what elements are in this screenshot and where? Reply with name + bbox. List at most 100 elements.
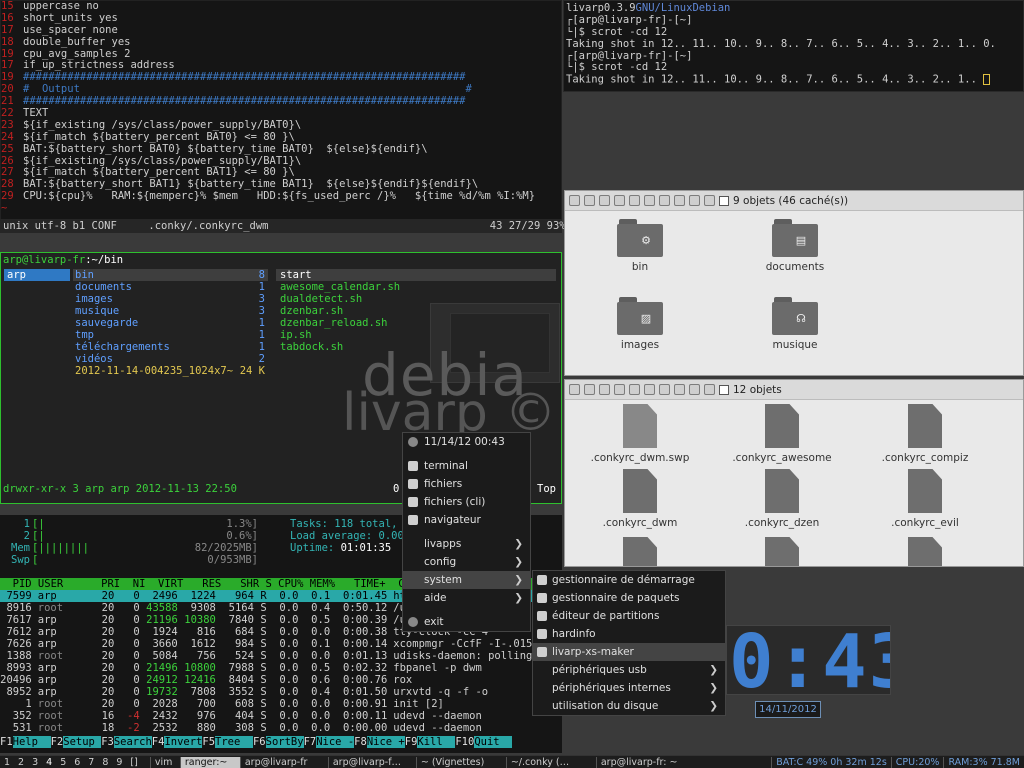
ranger-preview-entry[interactable]: awesome_calendar.sh [276, 281, 556, 293]
tag-6[interactable]: 6 [70, 757, 84, 768]
file-manager-conky[interactable]: 12 objets .conkyrc_dwm.swp .conkyrc_aweso… [564, 379, 1024, 567]
process-row[interactable]: 8952 arp 20 0 19732 7808 3552 S 0.0 0.4 0:01.50 urx… [0, 686, 562, 698]
zoom-out-icon[interactable] [659, 195, 670, 206]
ranger-entry[interactable]: téléchargements 1 [73, 341, 268, 353]
menu-item-exit[interactable]: exit [403, 613, 530, 631]
task-button[interactable]: ~ (Vignettes) [415, 756, 506, 768]
process-row[interactable]: 8993 arp 20 0 21496 10800 7988 S 0.0 0.5 0:02.32 fb… [0, 662, 562, 674]
folder-icon[interactable] [614, 384, 625, 395]
help-icon[interactable] [704, 195, 715, 206]
bookmark-icon[interactable] [599, 384, 610, 395]
menu-item-fichiers[interactable]: fichiers [403, 475, 530, 493]
refresh-icon[interactable] [629, 384, 640, 395]
tag-3[interactable]: 3 [28, 757, 42, 768]
process-row[interactable]: 1 root 20 0 2028 700 608 S 0.0 0.0 0:00.91 init [2] [0, 698, 562, 710]
process-row[interactable]: 531 root 18 -2 2532 880 308 S 0.0 0.0 0:00.00 udevd… [0, 722, 562, 734]
function-key-action[interactable]: Search [113, 736, 152, 748]
ranger-entry[interactable]: tmp 1 [73, 329, 268, 341]
help-icon[interactable] [704, 384, 715, 395]
ranger-parent-column[interactable]: arp [4, 269, 70, 281]
menu-item-config[interactable]: config ❯ [403, 553, 530, 571]
htop-function-keys[interactable]: F1Help F2Setup F3SearchF4InvertF5Tree F6… [0, 736, 562, 749]
menu-item-terminal[interactable]: terminal [403, 457, 530, 475]
ranger-preview-entry[interactable]: dzenbar_reload.sh [276, 317, 556, 329]
task-button[interactable]: ranger:~ [179, 756, 240, 768]
function-key-action[interactable]: Nice + [366, 736, 405, 748]
tag-4[interactable]: 4 [42, 757, 56, 768]
vim-editor[interactable]: 15 uppercase no 16 short_units yes 17 use_spa… [0, 0, 562, 232]
function-key-action[interactable]: SortBy [265, 736, 304, 748]
submenu-item[interactable]: utilisation du disque ❯ [533, 697, 725, 715]
tag-5[interactable]: 5 [56, 757, 70, 768]
file-item[interactable]: .conkyrc_evil [870, 469, 980, 529]
root-menu[interactable]: 11/14/12 00:43 terminal fichiers fichiers … [402, 432, 531, 632]
tag-7[interactable]: 7 [84, 757, 98, 768]
close-icon[interactable] [689, 195, 700, 206]
function-key-action[interactable]: Invert [164, 736, 203, 748]
zoom-in-icon[interactable] [644, 195, 655, 206]
submenu-item[interactable]: livarp-xs-maker [533, 643, 725, 661]
home-icon[interactable] [584, 195, 595, 206]
process-row[interactable]: 20496 arp 20 0 24912 12416 8404 S 0.0 0.6 0:00.76 r… [0, 674, 562, 686]
file-manager-home[interactable]: 9 objets (46 caché(s)) ⚙ bin ▤ documents ▨ im… [564, 190, 1024, 376]
ranger-entry[interactable]: documents 1 [73, 281, 268, 293]
settings-icon[interactable] [674, 384, 685, 395]
ranger-preview-entry[interactable]: tabdock.sh [276, 341, 556, 353]
home-icon[interactable] [584, 384, 595, 395]
process-row[interactable]: 352 root 16 -4 2432 976 404 S 0.0 0.0 0:00.11 udevd… [0, 710, 562, 722]
menu-item-aide[interactable]: aide ❯ [403, 589, 530, 607]
file-item[interactable]: .conkyrc_dwm [585, 469, 695, 529]
ranger-entry[interactable]: 2012-11-14-004235_1024x7~ 24 K [73, 365, 268, 377]
menu-item-system[interactable]: system ❯ [403, 571, 530, 589]
tag-9[interactable]: 9 [112, 757, 126, 768]
system-submenu[interactable]: gestionnaire de démarrage gestionnaire de… [532, 570, 726, 716]
select-checkbox[interactable] [719, 195, 729, 206]
ranger-entry[interactable]: images 3 [73, 293, 268, 305]
task-button[interactable]: vim [149, 756, 180, 768]
function-key-action[interactable]: Tree [215, 736, 253, 748]
menu-item-navigateur[interactable]: navigateur [403, 511, 530, 529]
tag-10[interactable]: [] [126, 757, 141, 768]
up-icon[interactable] [569, 384, 580, 395]
ranger-entry[interactable]: sauvegarde 1 [73, 317, 268, 329]
task-button[interactable]: arp@livarp-fr: ~ [595, 756, 692, 768]
folder-item[interactable]: ☊ musique [740, 297, 850, 351]
ranger-preview-entry[interactable]: dzenbar.sh [276, 305, 556, 317]
ranger-entry[interactable]: musique 3 [73, 305, 268, 317]
submenu-item[interactable]: périphériques usb ❯ [533, 661, 725, 679]
folder-item[interactable]: ⚙ bin [585, 219, 695, 273]
menu-item-fichiers-cli[interactable]: fichiers (cli) [403, 493, 530, 511]
submenu-item[interactable]: périphériques internes ❯ [533, 679, 725, 697]
ranger-preview-entry[interactable]: dualdetect.sh [276, 293, 556, 305]
folder-icon[interactable] [614, 195, 625, 206]
submenu-item[interactable]: hardinfo [533, 625, 725, 643]
settings-icon[interactable] [674, 195, 685, 206]
folder-item[interactable]: ▨ images [585, 297, 695, 351]
function-key-action[interactable]: Quit [474, 736, 513, 748]
ranger-current-column[interactable]: bin 8 documents 1 images 3 musique 3 sauvegarde 1… [73, 269, 268, 377]
function-key-action[interactable]: Nice - [316, 736, 355, 748]
select-checkbox[interactable] [719, 384, 729, 395]
tag-1[interactable]: 1 [0, 757, 14, 768]
submenu-item[interactable]: gestionnaire de paquets [533, 589, 725, 607]
zoom-out-icon[interactable] [659, 384, 670, 395]
zoom-in-icon[interactable] [644, 384, 655, 395]
up-icon[interactable] [569, 195, 580, 206]
refresh-icon[interactable] [629, 195, 640, 206]
function-key-action[interactable]: Setup [63, 736, 102, 748]
tag-2[interactable]: 2 [14, 757, 28, 768]
close-icon[interactable] [689, 384, 700, 395]
tag-8[interactable]: 8 [98, 757, 112, 768]
file-item[interactable]: .conkyrc_dwm.swp [585, 404, 695, 464]
function-key-action[interactable]: Kill [417, 736, 456, 748]
ranger-entry[interactable]: vidéos 2 [73, 353, 268, 365]
terminal-window[interactable]: livarp0.3.9GNU/LinuxDebian ┌[arp@livarp-… [563, 0, 1024, 92]
process-row[interactable]: 1388 root 20 0 5084 756 524 S 0.0 0.0 0:01.13 udisk… [0, 650, 562, 662]
process-row[interactable]: 7626 arp 20 0 3660 1612 984 S 0.0 0.1 0:00.14 xcomp… [0, 638, 562, 650]
function-key-action[interactable]: Help [12, 736, 51, 748]
ranger-preview-entry[interactable]: start [276, 269, 556, 281]
submenu-item[interactable]: gestionnaire de démarrage [533, 571, 725, 589]
file-item[interactable]: .conkyrc_dzen [727, 469, 837, 529]
ranger-preview-column[interactable]: start awesome_calendar.sh dualdetect.sh dze… [276, 269, 556, 353]
task-button[interactable]: ~/.conky (… [505, 756, 596, 768]
